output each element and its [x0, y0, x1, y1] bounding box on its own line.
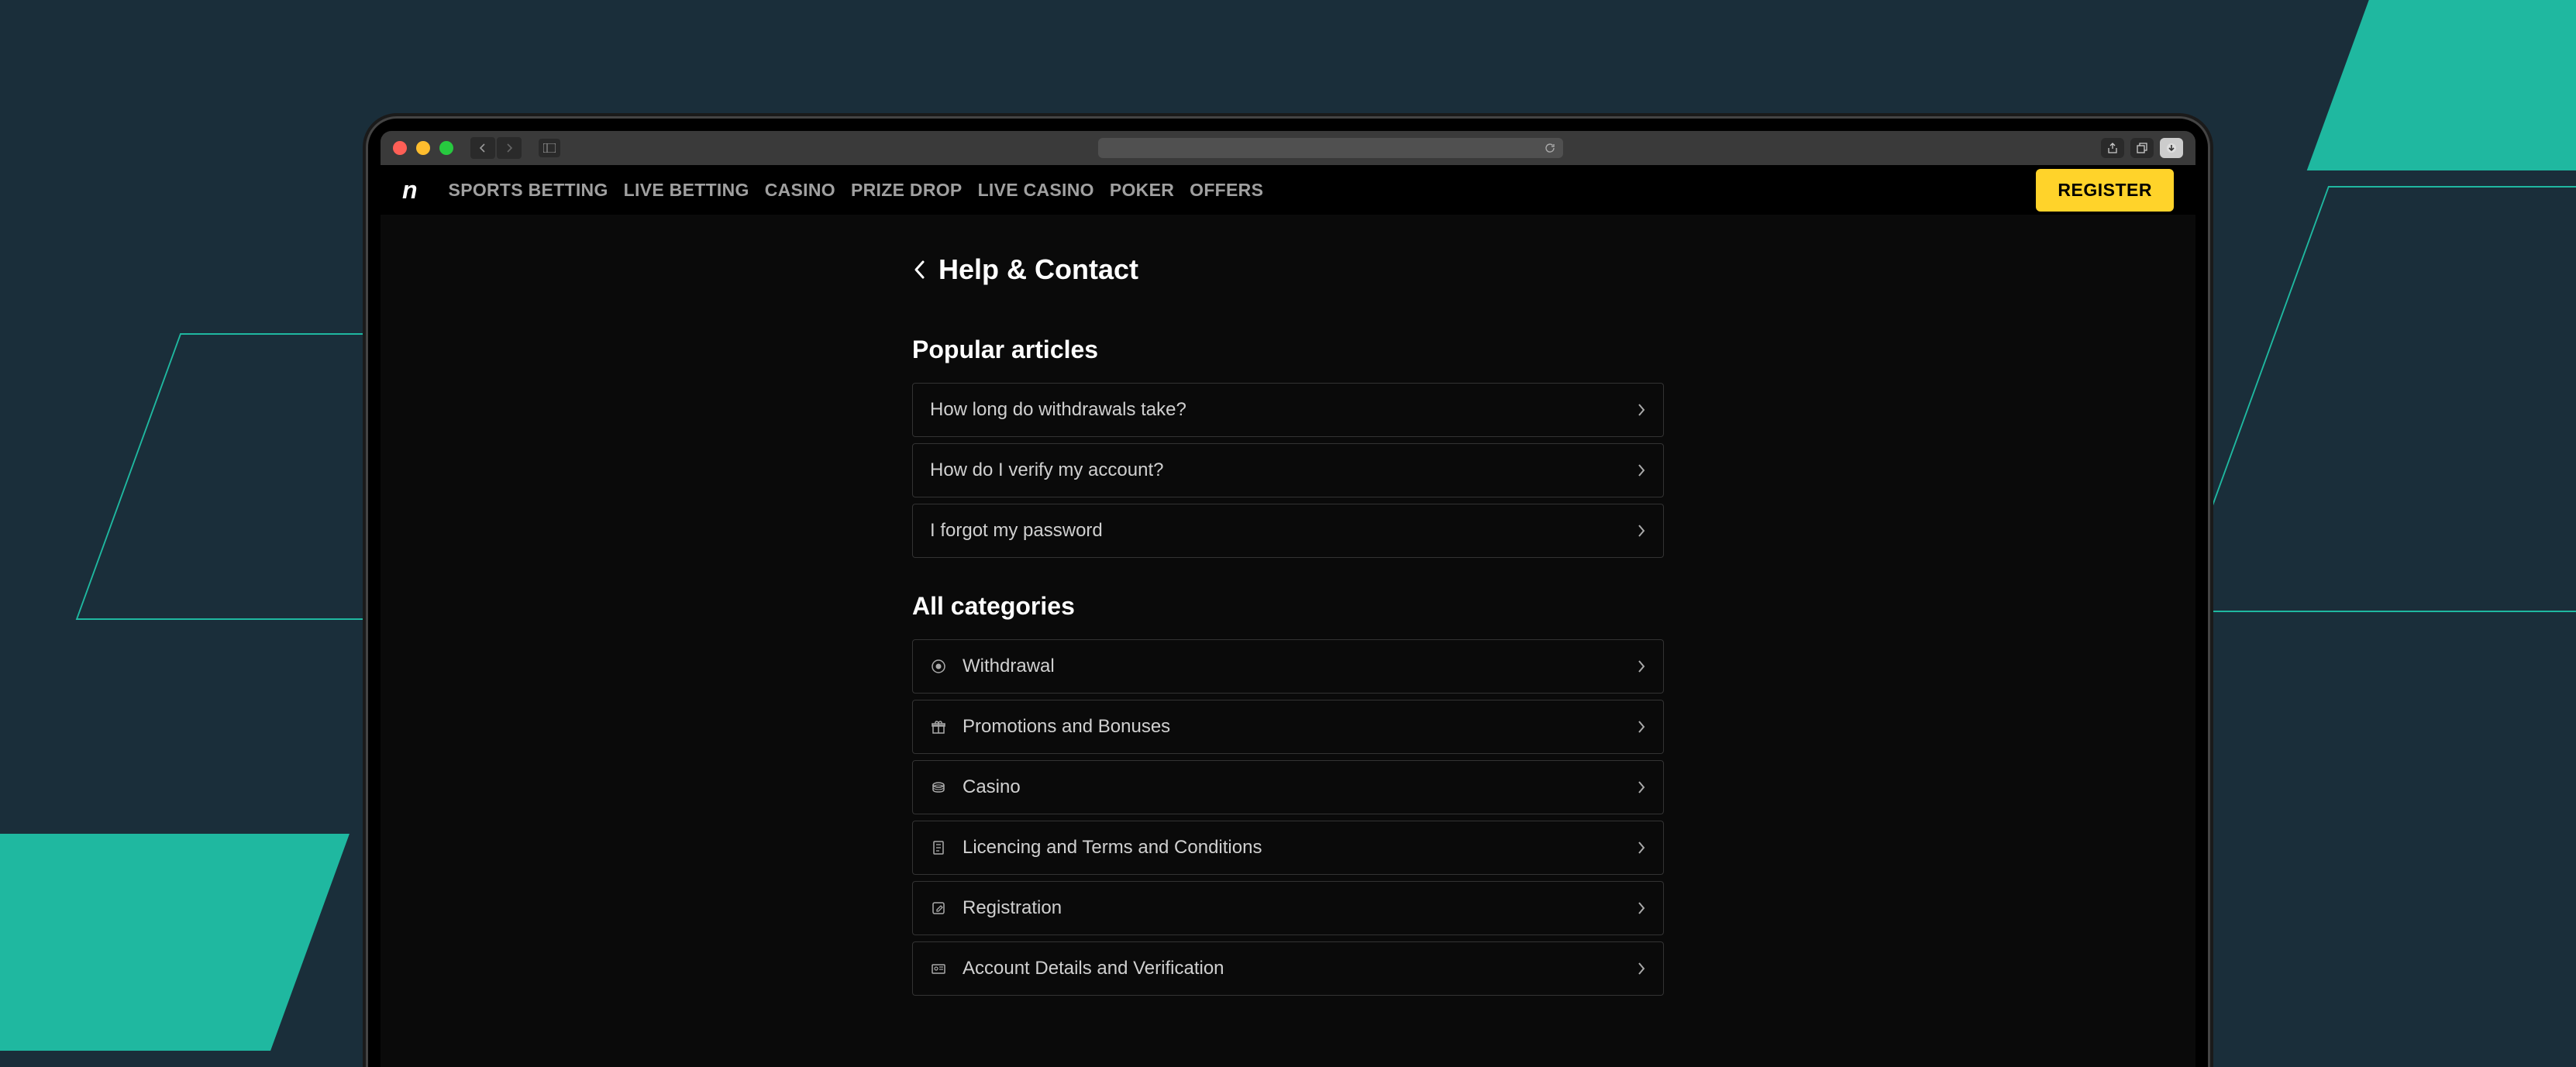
sidebar-toggle-icon[interactable]	[539, 139, 560, 157]
category-label: Promotions and Bonuses	[963, 716, 1170, 738]
article-item[interactable]: How do I verify my account?	[912, 443, 1664, 497]
page-title: Help & Contact	[938, 253, 1138, 286]
category-label: Withdrawal	[963, 656, 1055, 677]
category-withdrawal[interactable]: Withdrawal	[912, 639, 1664, 694]
share-icon[interactable]	[2101, 138, 2124, 158]
forward-button[interactable]	[497, 137, 522, 159]
category-casino[interactable]: Casino	[912, 760, 1664, 814]
browser-toolbar	[381, 131, 2195, 165]
category-label: Casino	[963, 776, 1021, 798]
popular-articles-heading: Popular articles	[912, 336, 1664, 364]
nav-casino[interactable]: CASINO	[765, 180, 835, 201]
chevron-right-icon	[1637, 962, 1646, 976]
article-item[interactable]: How long do withdrawals take?	[912, 383, 1664, 437]
id-icon	[930, 961, 947, 976]
article-item[interactable]: I forgot my password	[912, 504, 1664, 558]
category-label: Registration	[963, 897, 1062, 919]
laptop-frame: n SPORTS BETTING LIVE BETTING CASINO PRI…	[366, 116, 2210, 1067]
back-button[interactable]	[470, 137, 495, 159]
page-header: Help & Contact	[912, 253, 1664, 286]
chevron-right-icon	[1637, 659, 1646, 673]
chevron-right-icon	[1637, 524, 1646, 538]
bg-decoration	[2173, 186, 2576, 612]
reload-icon[interactable]	[1545, 143, 1555, 153]
edit-icon	[930, 900, 947, 916]
document-icon	[930, 840, 947, 855]
chevron-right-icon	[1637, 841, 1646, 855]
site-header: n SPORTS BETTING LIVE BETTING CASINO PRI…	[381, 165, 2195, 215]
address-bar[interactable]	[1098, 138, 1563, 158]
chevron-right-icon	[1637, 720, 1646, 734]
article-label: How do I verify my account?	[930, 459, 1163, 481]
bg-decoration	[2307, 0, 2576, 170]
category-registration[interactable]: Registration	[912, 881, 1664, 935]
page-content: Help & Contact Popular articles How long…	[381, 215, 2195, 1067]
category-label: Licencing and Terms and Conditions	[963, 837, 1262, 859]
popular-articles-list: How long do withdrawals take? How do I v…	[912, 383, 1664, 558]
all-categories-heading: All categories	[912, 592, 1664, 621]
category-account[interactable]: Account Details and Verification	[912, 941, 1664, 996]
category-promotions[interactable]: Promotions and Bonuses	[912, 700, 1664, 754]
casino-icon	[930, 780, 947, 795]
nav-sports-betting[interactable]: SPORTS BETTING	[449, 180, 608, 201]
nav-offers[interactable]: OFFERS	[1190, 180, 1263, 201]
register-button[interactable]: REGISTER	[2036, 169, 2174, 212]
article-label: I forgot my password	[930, 520, 1103, 542]
maximize-window-icon[interactable]	[439, 141, 453, 155]
article-label: How long do withdrawals take?	[930, 399, 1186, 421]
minimize-window-icon[interactable]	[416, 141, 430, 155]
logo[interactable]: n	[402, 176, 418, 205]
main-nav: SPORTS BETTING LIVE BETTING CASINO PRIZE…	[449, 180, 1264, 201]
chevron-right-icon	[1637, 403, 1646, 417]
window-controls	[393, 141, 453, 155]
category-label: Account Details and Verification	[963, 958, 1224, 979]
nav-prize-drop[interactable]: PRIZE DROP	[851, 180, 963, 201]
chevron-right-icon	[1637, 780, 1646, 794]
close-window-icon[interactable]	[393, 141, 407, 155]
gift-icon	[930, 719, 947, 735]
withdrawal-icon	[930, 659, 947, 674]
nav-live-casino[interactable]: LIVE CASINO	[978, 180, 1094, 201]
download-icon[interactable]	[2160, 138, 2183, 158]
category-licencing[interactable]: Licencing and Terms and Conditions	[912, 821, 1664, 875]
bg-decoration	[0, 834, 350, 1051]
chevron-right-icon	[1637, 463, 1646, 477]
categories-list: Withdrawal Promotions and Bonuses Casino	[912, 639, 1664, 996]
chevron-right-icon	[1637, 901, 1646, 915]
tabs-icon[interactable]	[2130, 138, 2154, 158]
nav-live-betting[interactable]: LIVE BETTING	[624, 180, 749, 201]
nav-poker[interactable]: POKER	[1110, 180, 1174, 201]
back-chevron-icon[interactable]	[912, 259, 926, 281]
